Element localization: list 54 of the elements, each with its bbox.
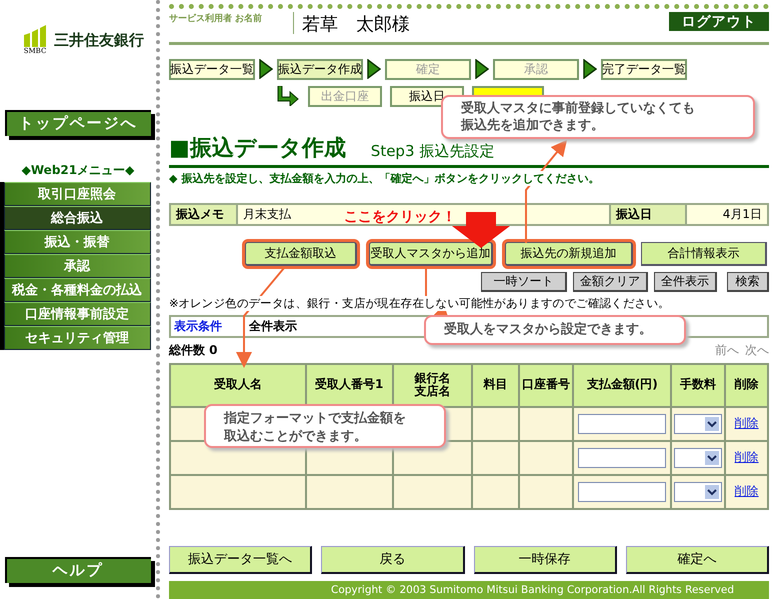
pager-link[interactable]: 次へ bbox=[745, 342, 769, 360]
column-header: 受取人名 bbox=[170, 364, 306, 407]
user-name: 若草 太郎様 bbox=[302, 13, 411, 36]
column-header: 削除 bbox=[725, 364, 768, 407]
help-button[interactable]: ヘルプ bbox=[5, 557, 151, 583]
step-box: 振込データ一覧 bbox=[169, 58, 255, 80]
table-cell: 振込メモ bbox=[171, 204, 238, 224]
step-box: 確定 bbox=[385, 58, 471, 80]
action-button[interactable]: 受取人マスタから追加 bbox=[369, 242, 493, 266]
column-header: 手数料 bbox=[671, 364, 726, 407]
tool-button[interactable]: 全件表示 bbox=[654, 272, 717, 292]
tool-button[interactable]: 一時ソート bbox=[481, 272, 567, 292]
menu-item[interactable]: セキュリティ管理 bbox=[4, 326, 150, 350]
menu-item[interactable]: 振込・振替 bbox=[4, 230, 150, 254]
menu-item[interactable]: 口座情報事前設定 bbox=[4, 302, 150, 326]
step-box: 承認 bbox=[493, 58, 579, 80]
menu-item[interactable]: 承認 bbox=[4, 254, 150, 278]
nav-button[interactable]: 一時保存 bbox=[474, 546, 617, 574]
callout-text: 指定フォーマットで支払金額を 取込むことができます。 bbox=[204, 404, 446, 448]
tool-button[interactable]: 金額クリア bbox=[573, 272, 648, 292]
total-count: 総件数 0 bbox=[169, 342, 218, 360]
action-button[interactable]: 合計情報表示 bbox=[641, 242, 767, 266]
user-label: サービス利用者 お名前 bbox=[169, 12, 294, 34]
nav-button[interactable]: 振込データ一覧へ bbox=[169, 546, 312, 574]
step-box: 出金口座 bbox=[308, 86, 382, 107]
step-box: 完了データ一覧 bbox=[601, 58, 687, 80]
action-button[interactable]: 振込先の新規追加 bbox=[505, 242, 633, 266]
menu-item[interactable]: 税金・各種料金の払込 bbox=[4, 278, 150, 302]
filter-value: 全件表示 bbox=[248, 318, 298, 335]
tool-button[interactable]: 検索 bbox=[727, 272, 769, 292]
top-page-button[interactable]: トップページへ bbox=[5, 110, 151, 136]
logout-button[interactable]: ログアウト bbox=[669, 12, 769, 31]
click-hint: ここをクリック！ bbox=[344, 208, 456, 226]
page-title: ■振込データ作成 bbox=[169, 134, 346, 163]
menu-title: ◆Web21メニュー◆ bbox=[22, 162, 134, 179]
column-header: 口座番号 bbox=[518, 364, 574, 407]
step-title: Step3 振込先設定 bbox=[370, 142, 494, 161]
column-header: 支払金額(円) bbox=[573, 364, 672, 407]
menu-item[interactable]: 総合振込 bbox=[4, 206, 150, 230]
nav-button[interactable]: 戻る bbox=[321, 546, 464, 574]
copyright-bar: Copyright © 2003 Sumitomo Mitsui Banking Corporation.All Rights Reserved bbox=[169, 580, 769, 599]
table-cell-text: 4月1日 bbox=[722, 206, 763, 223]
column-header: 受取人番号1 bbox=[306, 364, 393, 407]
nav-button[interactable]: 確定へ bbox=[626, 546, 769, 574]
column-header: 料目 bbox=[472, 364, 519, 407]
filter-link[interactable]: 表示条件 bbox=[171, 316, 245, 336]
menu-item[interactable]: 取引口座照会 bbox=[4, 182, 150, 206]
pager-link[interactable]: 前へ bbox=[715, 342, 739, 360]
column-header: 銀行名 支店名 bbox=[392, 364, 472, 407]
step-box: 振込データ作成 bbox=[277, 58, 363, 80]
action-button[interactable]: 支払金額取込 bbox=[245, 242, 357, 266]
callout-text: 受取人をマスタから設定できます。 bbox=[424, 315, 686, 345]
table-cell: 振込日 bbox=[611, 204, 687, 224]
bank-name: 三井住友銀行 bbox=[54, 30, 144, 50]
